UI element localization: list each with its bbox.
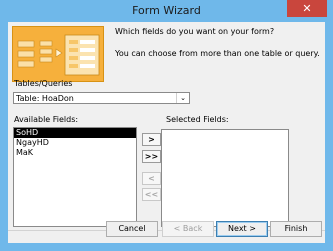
selected-fields-label: Selected Fields: <box>166 115 229 124</box>
add-all-fields-button[interactable]: >> <box>142 150 161 163</box>
form-wizard-graphic <box>17 34 100 76</box>
wizard-prompt: Which fields do you want on your form? <box>115 27 275 36</box>
remove-field-button[interactable]: < <box>142 172 161 185</box>
available-fields-list[interactable]: SoHD NgayHD MaK <box>13 127 137 227</box>
back-button[interactable]: < Back <box>162 221 214 237</box>
selected-fields-list[interactable] <box>161 129 289 227</box>
tables-queries-dropdown[interactable]: Table: HoaDon ⌄ <box>13 92 190 104</box>
next-button[interactable]: Next > <box>216 221 268 237</box>
window-title: Form Wizard <box>132 4 201 17</box>
finish-button[interactable]: Finish <box>270 221 322 237</box>
chevron-down-icon[interactable]: ⌄ <box>176 93 189 103</box>
close-icon[interactable]: ✕ <box>287 0 327 17</box>
add-field-button[interactable]: > <box>142 133 161 146</box>
available-fields-label: Available Fields: <box>14 115 79 124</box>
title-bar[interactable]: Form Wizard ✕ <box>0 0 333 22</box>
remove-all-fields-button[interactable]: << <box>142 188 161 201</box>
list-item[interactable]: NgayHD <box>14 138 136 148</box>
wizard-illustration-icon <box>12 26 104 82</box>
wizard-hint: You can choose from more than one table … <box>115 49 320 58</box>
tables-queries-value: Table: HoaDon <box>16 94 74 103</box>
cancel-button[interactable]: Cancel <box>106 221 158 237</box>
list-item[interactable]: MaK <box>14 148 136 158</box>
list-item[interactable]: SoHD <box>14 128 136 138</box>
wizard-body: Which fields do you want on your form? Y… <box>8 22 325 243</box>
form-wizard-window: Form Wizard ✕ Which fields do you want o… <box>0 0 333 251</box>
tables-queries-label: Tables/Queries <box>14 79 73 88</box>
